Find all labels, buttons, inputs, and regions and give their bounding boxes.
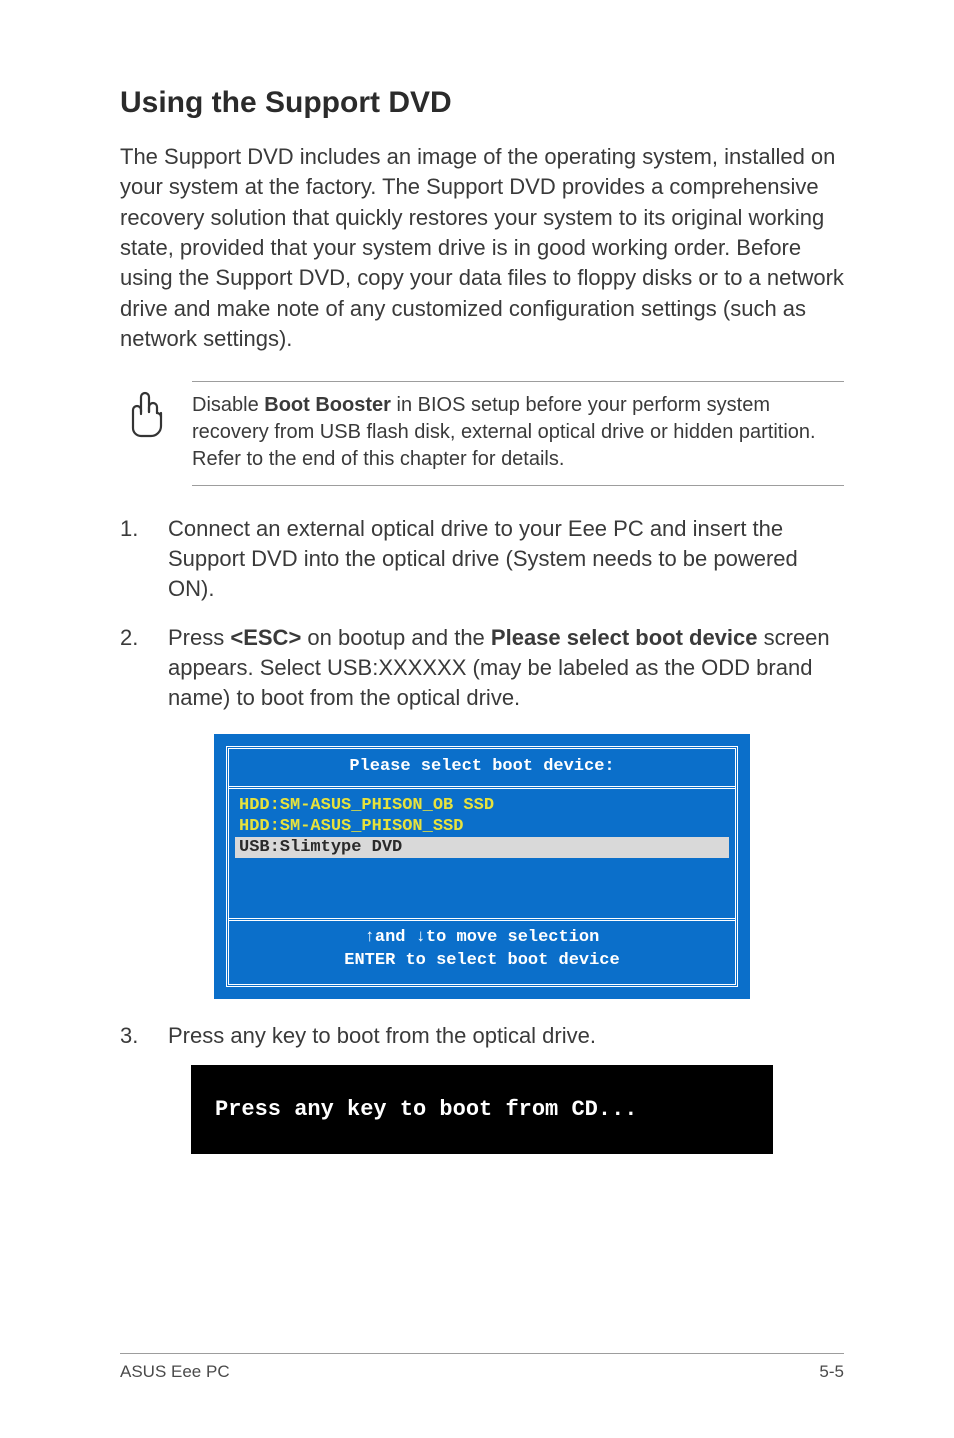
note-pre: Disable [192,394,264,416]
step-1-text: Connect an external optical drive to you… [168,514,844,605]
step-3-text: Press any key to boot from the optical d… [168,1021,596,1051]
step-2-text: Press <ESC> on bootup and the Please sel… [168,623,844,714]
step-2-b: on bootup and the [301,625,491,650]
hand-icon [120,387,168,444]
step-3-number: 3. [120,1021,168,1051]
bios-header: Please select boot device: [229,749,735,789]
intro-paragraph: The Support DVD includes an image of the… [120,142,844,355]
bios-footer-line1: ↑and ↓to move selection [229,927,735,949]
step-2-a: Press [168,625,230,650]
note-text: Disable Boot Booster in BIOS setup befor… [192,392,844,473]
bios-footer-line2: ENTER to select boot device [229,950,735,972]
steps-list: Connect an external optical drive to you… [120,514,844,714]
footer-right: 5-5 [819,1362,844,1382]
bios-inner: Please select boot device: HDD:SM-ASUS_P… [226,746,738,987]
step-1: Connect an external optical drive to you… [120,514,844,605]
page-footer: ASUS Eee PC 5-5 [120,1353,844,1382]
page-title: Using the Support DVD [120,86,844,120]
step-2: Press <ESC> on bootup and the Please sel… [120,623,844,714]
bios-footer: ↑and ↓to move selection ENTER to select … [229,918,735,983]
note-bold: Boot Booster [264,394,391,416]
bios-option-2: HDD:SM-ASUS_PHISON_SSD [239,816,725,837]
footer-left: ASUS Eee PC [120,1362,230,1382]
step-2-bold: Please select boot device [491,625,758,650]
bios-device-list: HDD:SM-ASUS_PHISON_OB SSD HDD:SM-ASUS_PH… [229,789,735,919]
step-3: 3. Press any key to boot from the optica… [120,1021,844,1051]
step-2-esc: <ESC> [230,625,301,650]
bios-option-selected: USB:Slimtype DVD [235,837,729,858]
bios-option-1: HDD:SM-ASUS_PHISON_OB SSD [239,795,725,816]
boot-prompt: Press any key to boot from CD... [191,1065,773,1154]
bios-screen: Please select boot device: HDD:SM-ASUS_P… [214,734,750,999]
note-text-container: Disable Boot Booster in BIOS setup befor… [192,381,844,486]
note-block: Disable Boot Booster in BIOS setup befor… [120,381,844,486]
